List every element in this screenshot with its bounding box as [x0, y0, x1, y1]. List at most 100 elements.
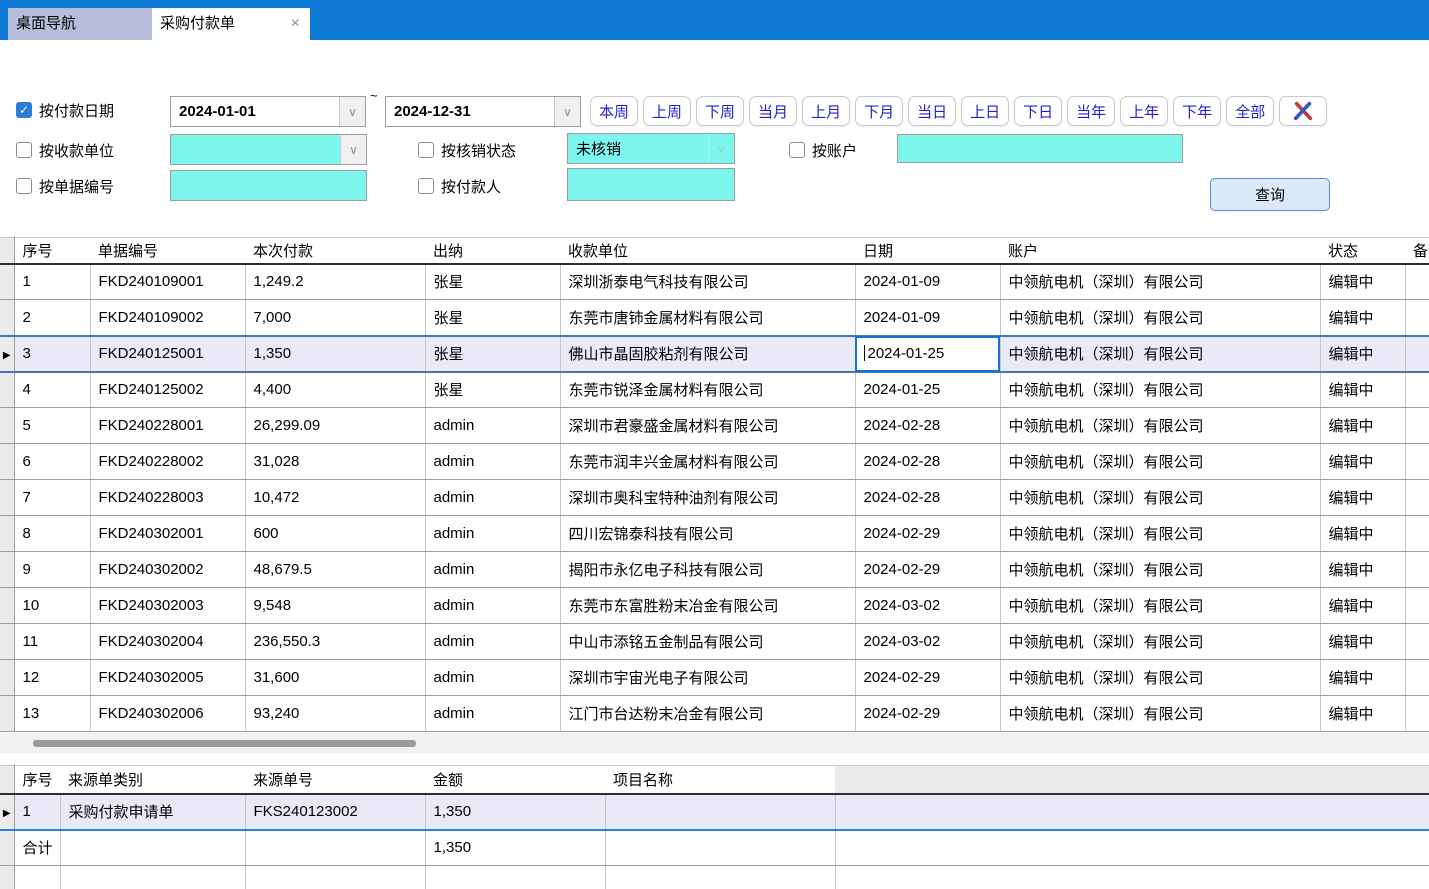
- cell-doc-no[interactable]: FKD240302004: [90, 624, 245, 660]
- payee-checkbox[interactable]: [16, 142, 32, 158]
- cell-amount[interactable]: 31,028: [245, 444, 425, 480]
- payment-row-8[interactable]: 8FKD240302001600admin四川宏锦泰科技有限公司2024-02-…: [0, 516, 1429, 552]
- cell-amount[interactable]: 1,350: [245, 336, 425, 372]
- cell-status[interactable]: 编辑中: [1320, 696, 1405, 732]
- quick-range-button-7[interactable]: 上日: [961, 96, 1009, 126]
- cell-date[interactable]: 2024-02-28: [855, 444, 1000, 480]
- cell-seq[interactable]: 11: [14, 624, 90, 660]
- cell-date[interactable]: 2024-02-29: [855, 516, 1000, 552]
- quick-range-button-5[interactable]: 下月: [855, 96, 903, 126]
- cell-payee[interactable]: 东莞市唐铈金属材料有限公司: [560, 300, 855, 336]
- payee-combo[interactable]: ∨: [170, 134, 367, 165]
- col-header-account[interactable]: 账户: [1000, 238, 1320, 264]
- cell-seq[interactable]: 4: [14, 372, 90, 408]
- cell-amount[interactable]: 9,548: [245, 588, 425, 624]
- quick-range-button-6[interactable]: 当日: [908, 96, 956, 126]
- cell-doc-no[interactable]: FKD240125001: [90, 336, 245, 372]
- cell-seq[interactable]: 2: [14, 300, 90, 336]
- cell-note[interactable]: [1405, 516, 1429, 552]
- tab-desktop-nav[interactable]: 桌面导航: [8, 8, 152, 40]
- payment-row-7[interactable]: 7FKD24022800310,472admin深圳市奥科宝特种油剂有限公司20…: [0, 480, 1429, 516]
- cell-note[interactable]: [1405, 444, 1429, 480]
- cell-status[interactable]: 编辑中: [1320, 480, 1405, 516]
- cell-account[interactable]: 中领航电机（深圳）有限公司: [1000, 480, 1320, 516]
- quick-range-button-0[interactable]: 本周: [590, 96, 638, 126]
- cell-note[interactable]: [1405, 552, 1429, 588]
- cell-status[interactable]: 编辑中: [1320, 444, 1405, 480]
- cell-seq[interactable]: 6: [14, 444, 90, 480]
- cell-cashier[interactable]: admin: [425, 624, 560, 660]
- cell-seq[interactable]: 9: [14, 552, 90, 588]
- col-header-status[interactable]: 状态: [1320, 238, 1405, 264]
- cell-amount[interactable]: 1,249.2: [245, 264, 425, 300]
- cell-doc-no[interactable]: FKD240228001: [90, 408, 245, 444]
- cell-date[interactable]: 2024-01-09: [855, 300, 1000, 336]
- filter-pay-date[interactable]: ✓ 按付款日期: [16, 100, 114, 120]
- col-header-seq[interactable]: 序号: [14, 766, 60, 794]
- source-row-1[interactable]: ▶1采购付款申请单FKS2401230021,350: [0, 794, 1429, 830]
- cell-doc-no[interactable]: FKD240228002: [90, 444, 245, 480]
- payment-row-9[interactable]: 9FKD24030200248,679.5admin揭阳市永亿电子科技有限公司2…: [0, 552, 1429, 588]
- cell-payee[interactable]: 佛山市晶固胶粘剂有限公司: [560, 336, 855, 372]
- cell-seq[interactable]: 3: [14, 336, 90, 372]
- chevron-down-icon[interactable]: ∨: [340, 135, 366, 164]
- cell-status[interactable]: 编辑中: [1320, 408, 1405, 444]
- payer-checkbox[interactable]: [418, 178, 434, 194]
- cell-account[interactable]: 中领航电机（深圳）有限公司: [1000, 264, 1320, 300]
- cell-amount[interactable]: 31,600: [245, 660, 425, 696]
- cell-payee[interactable]: 深圳市宇宙光电子有限公司: [560, 660, 855, 696]
- date-from-combo[interactable]: 2024-01-01 ∨: [170, 96, 366, 127]
- cell-date[interactable]: 2024-03-02: [855, 588, 1000, 624]
- cell-cashier[interactable]: admin: [425, 660, 560, 696]
- filter-account[interactable]: 按账户: [789, 140, 857, 160]
- cell-seq[interactable]: 7: [14, 480, 90, 516]
- quick-range-button-3[interactable]: 当月: [749, 96, 797, 126]
- cell-note[interactable]: [1405, 660, 1429, 696]
- cell-payee[interactable]: 东莞市锐泽金属材料有限公司: [560, 372, 855, 408]
- chevron-down-icon[interactable]: ∨: [339, 97, 365, 126]
- quick-range-button-10[interactable]: 上年: [1120, 96, 1168, 126]
- cell-seq[interactable]: 8: [14, 516, 90, 552]
- payment-row-12[interactable]: 12FKD24030200531,600admin深圳市宇宙光电子有限公司202…: [0, 660, 1429, 696]
- cell-status[interactable]: 编辑中: [1320, 516, 1405, 552]
- cell-payee[interactable]: 深圳浙泰电气科技有限公司: [560, 264, 855, 300]
- cell-seq[interactable]: 13: [14, 696, 90, 732]
- verify-status-checkbox[interactable]: [418, 142, 434, 158]
- cell-note[interactable]: [1405, 408, 1429, 444]
- cell-account[interactable]: 中领航电机（深圳）有限公司: [1000, 660, 1320, 696]
- filter-verify-status[interactable]: 按核销状态: [418, 140, 516, 160]
- cell-account[interactable]: 中领航电机（深圳）有限公司: [1000, 588, 1320, 624]
- payment-row-1[interactable]: 1FKD2401090011,249.2张星深圳浙泰电气科技有限公司2024-0…: [0, 264, 1429, 300]
- account-checkbox[interactable]: [789, 142, 805, 158]
- cell-note[interactable]: [1405, 300, 1429, 336]
- cell-amount[interactable]: 236,550.3: [245, 624, 425, 660]
- cell-amount[interactable]: 26,299.09: [245, 408, 425, 444]
- cell-cashier[interactable]: admin: [425, 480, 560, 516]
- cell-date[interactable]: 2024-02-29: [855, 696, 1000, 732]
- cell-note[interactable]: [1405, 480, 1429, 516]
- cell-doc-no[interactable]: FKD240125002: [90, 372, 245, 408]
- payment-row-3[interactable]: ▶3FKD2401250011,350张星佛山市晶固胶粘剂有限公司2024-01…: [0, 336, 1429, 372]
- account-input[interactable]: [897, 134, 1183, 163]
- cell-amount[interactable]: 1,350: [425, 794, 605, 830]
- col-header-date[interactable]: 日期: [855, 238, 1000, 264]
- cell-status[interactable]: 编辑中: [1320, 660, 1405, 696]
- cell-doc-no[interactable]: FKD240109002: [90, 300, 245, 336]
- tab-purchase-payment[interactable]: 采购付款单 ×: [152, 8, 310, 40]
- cell-status[interactable]: 编辑中: [1320, 552, 1405, 588]
- cell-date[interactable]: 2024-02-29: [855, 552, 1000, 588]
- cell-date[interactable]: 2024-01-09: [855, 264, 1000, 300]
- quick-range-button-8[interactable]: 下日: [1014, 96, 1062, 126]
- payment-row-10[interactable]: 10FKD2403020039,548admin东莞市东富胜粉末冶金有限公司20…: [0, 588, 1429, 624]
- cell-seq[interactable]: 1: [14, 264, 90, 300]
- cell-date[interactable]: 2024-02-29: [855, 660, 1000, 696]
- cell-note[interactable]: [1405, 264, 1429, 300]
- col-header-doc-no[interactable]: 单据编号: [90, 238, 245, 264]
- cell-date[interactable]: 2024-01-25: [855, 372, 1000, 408]
- cell-seq[interactable]: 12: [14, 660, 90, 696]
- clear-date-filter-button[interactable]: [1279, 96, 1327, 126]
- pay-date-checkbox[interactable]: ✓: [16, 102, 32, 118]
- cell-amount[interactable]: 93,240: [245, 696, 425, 732]
- cell-cashier[interactable]: admin: [425, 696, 560, 732]
- cell-note[interactable]: [1405, 372, 1429, 408]
